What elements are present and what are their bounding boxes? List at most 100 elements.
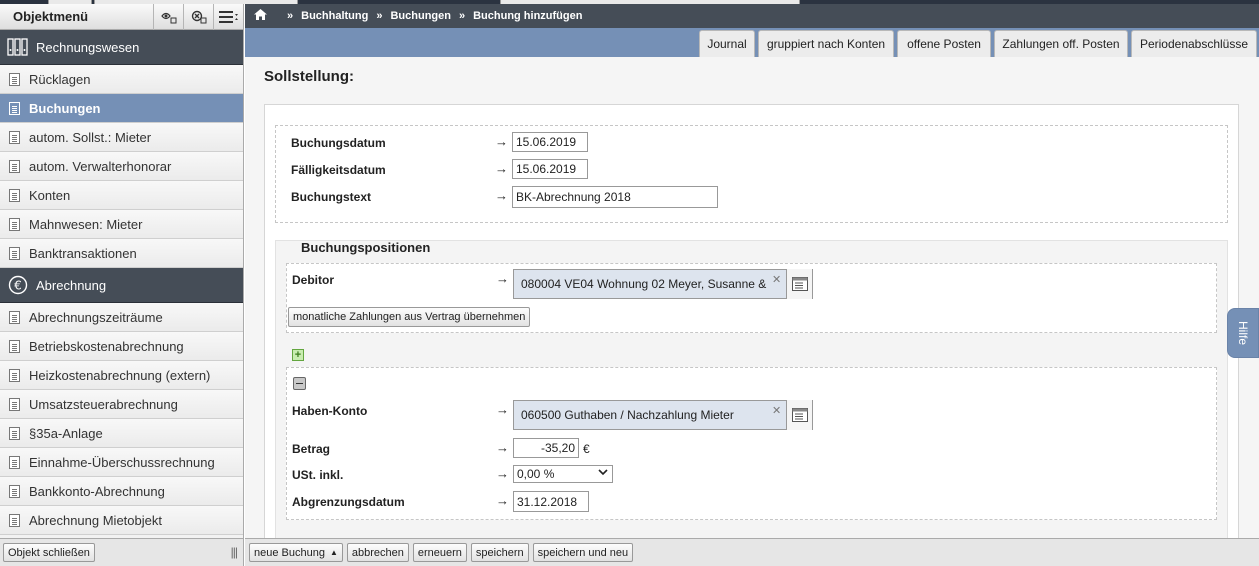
menu-list-icon[interactable] — [213, 3, 243, 30]
save-button[interactable]: speichern — [470, 543, 529, 562]
sidebar-item-label: autom. Verwalterhonorar — [29, 158, 172, 174]
add-position-icon[interactable]: + — [292, 349, 304, 361]
sidebar-item-abrechnungszeitraeume[interactable]: Abrechnungszeiträume — [0, 303, 243, 332]
sidebar-item-banktransaktionen[interactable]: Banktransaktionen — [0, 239, 243, 268]
arrow-right-icon: → — [496, 271, 509, 286]
haben-konto-value: 060500 Guthaben / Nachzahlung Mieter — [521, 408, 734, 422]
sidebar-item-label: §35a-Anlage — [29, 425, 103, 441]
haben-position-box: Haben-Konto → 060500 Guthaben / Nachzahl… — [286, 367, 1217, 520]
sidebar-item-umsatzsteuerabrechnung[interactable]: Umsatzsteuerabrechnung — [0, 390, 243, 419]
cancel-button[interactable]: abbrechen — [346, 543, 409, 562]
arrow-right-icon: → — [496, 440, 509, 455]
lookup-list-icon[interactable] — [786, 400, 812, 430]
sidebar-item-label: Buchungen — [29, 100, 101, 116]
sidebar-footer: Objekt schließen ||| — [0, 538, 243, 566]
debitor-combobox[interactable]: 080004 VE04 Wohnung 02 Meyer, Susanne & … — [513, 269, 813, 299]
abgrenzungsdatum-input[interactable] — [513, 491, 589, 512]
sidebar-item-label: Banktransaktionen — [29, 245, 137, 261]
chevron-down-icon — [598, 468, 608, 479]
new-booking-button[interactable]: neue Buchung ▲ — [249, 543, 343, 562]
document-icon — [9, 339, 20, 353]
currency-label: € — [583, 442, 590, 456]
abgrenzungsdatum-label: Abgrenzungsdatum — [292, 495, 405, 509]
edit-visibility-icon[interactable] — [153, 3, 183, 30]
tab-offene-posten[interactable]: offene Posten — [897, 30, 991, 57]
monthly-payments-button[interactable]: monatliche Zahlungen aus Vertrag überneh… — [288, 307, 531, 327]
breadcrumb: » Buchhaltung » Buchungen » Buchung hinz… — [245, 4, 1259, 28]
sidebar-item-einnahme-ueberschussrechnung[interactable]: Einnahme-Überschussrechnung — [0, 448, 243, 477]
arrow-right-icon: → — [495, 134, 508, 149]
page-title: Sollstellung: — [264, 68, 354, 85]
tab-bar: Journal gruppiert nach Konten offene Pos… — [245, 28, 1259, 57]
debitor-value: 080004 VE04 Wohnung 02 Meyer, Susanne & — [521, 277, 767, 291]
clear-icon[interactable]: ✕ — [772, 404, 786, 417]
action-bar: neue Buchung ▲ abbrechen erneuern speich… — [245, 538, 1259, 566]
ust-select[interactable]: 0,00 % — [513, 465, 613, 483]
buchungstext-input[interactable] — [512, 186, 718, 208]
section-rechnungswesen[interactable]: Rechnungswesen — [0, 30, 243, 65]
sidebar-item-label: Mahnwesen: Mieter — [29, 216, 143, 232]
sidebar-item-autom-sollst-mieter[interactable]: autom. Sollst.: Mieter — [0, 123, 243, 152]
sidebar-item-autom-verwalterhonorar[interactable]: autom. Verwalterhonorar — [0, 152, 243, 181]
document-icon — [9, 246, 20, 260]
resize-grip-icon[interactable]: ||| — [231, 545, 238, 559]
section-label: Abrechnung — [36, 277, 107, 293]
lookup-list-icon[interactable] — [786, 269, 812, 299]
document-icon — [9, 455, 20, 469]
remove-position-icon[interactable] — [293, 377, 306, 390]
booking-positions-section: Buchungspositionen Debitor → 080004 VE04… — [275, 240, 1228, 543]
help-tab-label: Hilfe — [1236, 320, 1250, 345]
sidebar-item-label: Abrechnung Mietobjekt — [29, 512, 162, 528]
renew-button[interactable]: erneuern — [412, 543, 467, 562]
faelligkeitsdatum-input[interactable] — [512, 159, 588, 179]
betrag-input[interactable] — [513, 438, 579, 458]
close-object-icon[interactable] — [183, 3, 213, 30]
breadcrumb-separator: » — [458, 10, 466, 22]
main-area: » Buchhaltung » Buchungen » Buchung hinz… — [245, 4, 1259, 566]
tab-periodenabschluesse[interactable]: Periodenabschlüsse — [1131, 30, 1257, 57]
save-and-new-button[interactable]: speichern und neu — [532, 543, 634, 562]
document-icon — [9, 397, 20, 411]
faelligkeitsdatum-label: Fälligkeitsdatum — [291, 163, 386, 177]
breadcrumb-item-buchhaltung[interactable]: Buchhaltung — [301, 10, 368, 22]
section-abrechnung[interactable]: € Abrechnung — [0, 268, 243, 303]
sidebar-item-konten[interactable]: Konten — [0, 181, 243, 210]
sidebar-item-betriebskostenabrechnung[interactable]: Betriebskostenabrechnung — [0, 332, 243, 361]
sidebar-item-35a-anlage[interactable]: §35a-Anlage — [0, 419, 243, 448]
sidebar-item-label: Umsatzsteuerabrechnung — [29, 396, 178, 412]
document-icon — [9, 217, 20, 231]
arrow-right-icon: → — [495, 188, 508, 203]
document-icon — [9, 130, 20, 144]
breadcrumb-item-buchung-hinzufuegen: Buchung hinzufügen — [473, 10, 583, 22]
sidebar-item-bankkonto-abrechnung[interactable]: Bankkonto-Abrechnung — [0, 477, 243, 506]
arrow-right-icon: → — [496, 493, 509, 508]
sidebar-item-label: Konten — [29, 187, 71, 203]
tab-journal[interactable]: Journal — [699, 30, 755, 57]
document-icon — [9, 368, 20, 382]
sidebar-item-label: Einnahme-Überschussrechnung — [29, 454, 215, 470]
debitor-label: Debitor — [292, 273, 334, 287]
sidebar-item-heizkostenabrechnung[interactable]: Heizkostenabrechnung (extern) — [0, 361, 243, 390]
document-icon — [9, 310, 20, 324]
booking-form-panel: Buchungsdatum → Fälligkeitsdatum → Buchu… — [264, 104, 1239, 544]
sidebar-item-abrechnung-mietobjekt[interactable]: Abrechnung Mietobjekt — [0, 506, 243, 535]
arrow-right-icon: → — [495, 161, 508, 176]
close-object-button[interactable]: Objekt schließen — [3, 543, 95, 562]
tab-gruppiert-nach-konten[interactable]: gruppiert nach Konten — [758, 30, 894, 57]
buchungsdatum-label: Buchungsdatum — [291, 136, 386, 150]
home-icon[interactable] — [254, 9, 267, 23]
sidebar-item-buchungen[interactable]: Buchungen — [0, 94, 243, 123]
sidebar-item-mahnwesen-mieter[interactable]: Mahnwesen: Mieter — [0, 210, 243, 239]
binders-icon — [7, 36, 29, 58]
breadcrumb-item-buchungen[interactable]: Buchungen — [390, 10, 451, 22]
help-tab[interactable]: Hilfe — [1227, 308, 1259, 358]
clear-icon[interactable]: ✕ — [772, 273, 786, 286]
haben-konto-combobox[interactable]: 060500 Guthaben / Nachzahlung Mieter ✕ — [513, 400, 813, 430]
sidebar-item-ruecklagen[interactable]: Rücklagen — [0, 65, 243, 94]
sidebar-item-label: Abrechnungszeiträume — [29, 309, 163, 325]
tab-zahlungen-off-posten[interactable]: Zahlungen off. Posten — [994, 30, 1128, 57]
caret-up-icon: ▲ — [329, 548, 338, 557]
debitor-box: Debitor → 080004 VE04 Wohnung 02 Meyer, … — [286, 263, 1217, 333]
buchungsdatum-input[interactable] — [512, 132, 588, 152]
sidebar: Objektmenü Rechnungswesen Rücklagen Buch… — [0, 3, 244, 566]
